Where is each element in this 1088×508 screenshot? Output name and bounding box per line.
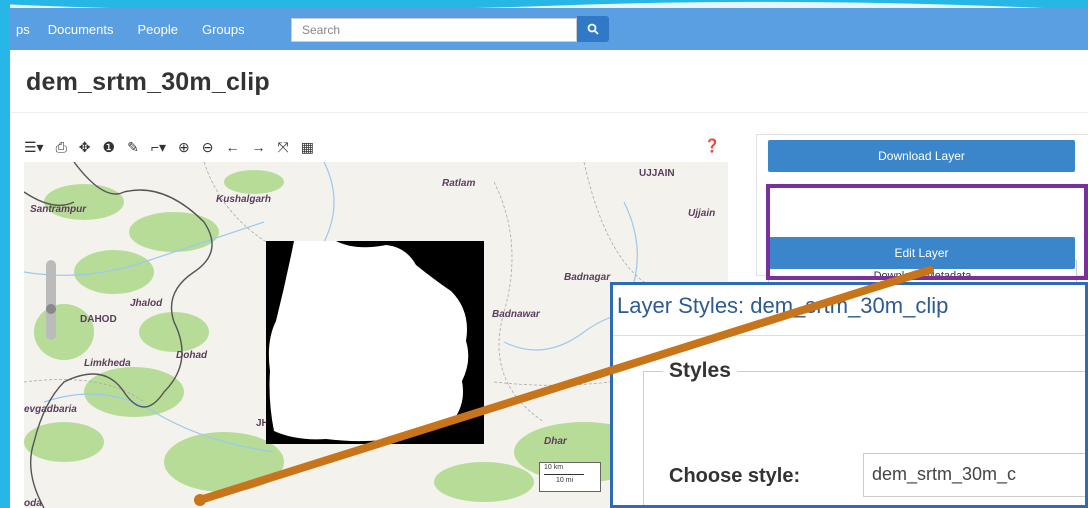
- scale-line: [544, 474, 584, 475]
- divider: [613, 335, 1085, 336]
- zoom-in-icon[interactable]: ⊕: [178, 140, 190, 154]
- calendar-icon[interactable]: ▦: [301, 140, 314, 154]
- edit-layer-highlight: [766, 184, 1088, 280]
- place-label: Ratlam: [442, 178, 476, 189]
- page-title: dem_srtm_30m_clip: [26, 68, 270, 96]
- place-label: Badnagar: [564, 272, 611, 283]
- top-navbar: ps Documents People Groups Search: [10, 8, 1088, 50]
- nav-item-groups[interactable]: Groups: [202, 22, 245, 37]
- place-label: UJJAIN: [639, 168, 675, 179]
- search-icon: [587, 23, 599, 35]
- nav-item-people[interactable]: People: [137, 22, 177, 37]
- place-label: DAHOD: [80, 314, 117, 325]
- nav-item-documents[interactable]: Documents: [48, 22, 114, 37]
- zoom-slider[interactable]: [46, 260, 56, 340]
- help-icon[interactable]: ❓: [704, 138, 720, 154]
- map-toolbar: ☰▾ ⎙ ✥ ❶ ✎ ⌐▾ ⊕ ⊖ ← → ⤧ ▦: [24, 134, 724, 160]
- fullscreen-icon[interactable]: ⤧: [277, 140, 288, 154]
- info-icon[interactable]: ❶: [103, 140, 116, 154]
- forward-arrow-icon[interactable]: →: [251, 140, 265, 154]
- search-button[interactable]: [577, 16, 609, 42]
- scale-mi-label: 10 mi: [556, 477, 574, 484]
- place-label: Dohad: [176, 350, 208, 361]
- search-input[interactable]: Search: [291, 18, 577, 42]
- choose-style-select[interactable]: dem_srtm_30m_c: [863, 453, 1085, 497]
- styles-legend: Styles: [663, 359, 737, 383]
- place-label: evgadbaria: [24, 404, 77, 415]
- choose-style-label: Choose style:: [669, 465, 801, 487]
- place-label: Dhar: [544, 436, 567, 447]
- place-label: Santrampur: [30, 204, 87, 215]
- zoom-out-icon[interactable]: ⊖: [202, 140, 214, 154]
- place-label: Jhalod: [130, 298, 163, 309]
- print-icon[interactable]: ⎙: [56, 140, 67, 154]
- pan-icon[interactable]: ✥: [79, 140, 91, 154]
- back-arrow-icon[interactable]: ←: [225, 140, 239, 154]
- dem-mask: [268, 241, 469, 442]
- divider: [10, 112, 1088, 113]
- styles-panel-title: Layer Styles: dem_srtm_30m_clip: [617, 293, 949, 318]
- download-layer-button[interactable]: Download Layer: [768, 140, 1075, 172]
- measure-icon[interactable]: ⌐▾: [151, 140, 166, 154]
- map-scale-bar: 10 km 10 mi: [539, 462, 601, 492]
- place-label: Kushalgarh: [216, 194, 272, 205]
- zoom-slider-handle[interactable]: [46, 304, 56, 314]
- place-label: Ujjain: [688, 208, 716, 219]
- dem-raster-layer: [266, 241, 484, 444]
- place-label: oda: [24, 498, 42, 508]
- scale-km-label: 10 km: [544, 464, 564, 471]
- nav-item-maps[interactable]: ps: [16, 22, 30, 37]
- layers-menu-icon[interactable]: ☰▾: [24, 140, 44, 154]
- place-label: Limkheda: [84, 358, 131, 369]
- place-label: Badnawar: [492, 309, 540, 320]
- layer-styles-panel: Layer Styles: dem_srtm_30m_clip Styles C…: [610, 282, 1088, 508]
- draw-icon[interactable]: ✎: [127, 140, 139, 154]
